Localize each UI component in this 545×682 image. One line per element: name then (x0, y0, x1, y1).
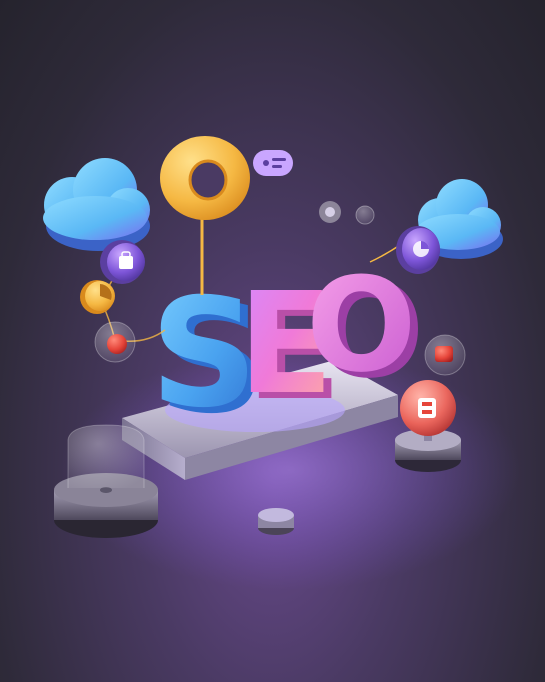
small-disc (258, 508, 294, 535)
seo-illustration-scene: S S E E O O (0, 0, 545, 682)
red-cube-icon (424, 334, 466, 376)
glass-pedestal (54, 424, 158, 538)
floating-beads (319, 201, 375, 225)
shopping-bag-node-icon (100, 240, 145, 284)
cloud-left-icon (43, 158, 150, 251)
pie-chart-node-icon (80, 280, 115, 314)
letter-o: O (306, 249, 417, 401)
rocket-node-icon (94, 321, 136, 363)
seo-illustration-svg: S S E E O O (43, 136, 520, 590)
chat-bubble-icon (253, 150, 293, 176)
